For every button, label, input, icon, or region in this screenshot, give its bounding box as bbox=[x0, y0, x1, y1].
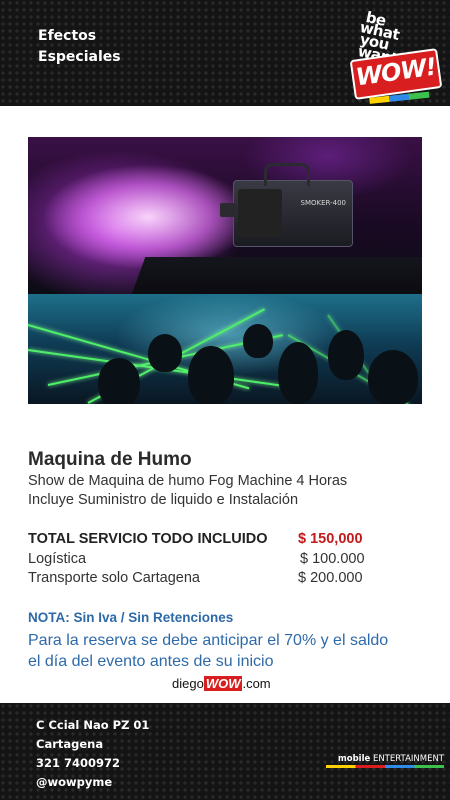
address: C Ccial Nao PZ 01 bbox=[36, 718, 150, 732]
total-price: $ 150,000 bbox=[298, 531, 363, 547]
crowd-silhouette bbox=[278, 342, 318, 404]
wow-color-stripe bbox=[369, 91, 430, 104]
tax-note: NOTA: Sin Iva / Sin Retenciones bbox=[28, 610, 234, 625]
partner-logo-rest: ENTERTAINMENT bbox=[372, 754, 444, 764]
transport-price: $ 200.000 bbox=[298, 570, 363, 586]
machine-grille bbox=[238, 189, 282, 237]
website-prefix: diego bbox=[172, 676, 204, 691]
crowd-silhouette bbox=[148, 334, 182, 372]
machine-label: SMOKER-400 bbox=[300, 199, 346, 207]
reserve-note-line-2: el día del evento antes de su inicio bbox=[28, 653, 274, 670]
title-line-2: Especiales bbox=[38, 49, 121, 65]
contact-info: C Ccial Nao PZ 01 Cartagena 321 7400972 … bbox=[36, 716, 149, 792]
city: Cartagena bbox=[36, 737, 104, 751]
website-wow: WOW bbox=[203, 676, 243, 691]
wow-logo-text: WOW! bbox=[354, 52, 438, 92]
crowd-silhouette bbox=[98, 358, 140, 404]
partner-color-stripe bbox=[326, 765, 444, 768]
transport-label: Transporte solo Cartagena bbox=[28, 570, 200, 586]
partner-logo: mobile ENTERTAINMENT bbox=[338, 754, 444, 764]
service-description-line-1: Show de Maquina de humo Fog Machine 4 Ho… bbox=[28, 473, 348, 489]
crowd-silhouette bbox=[328, 330, 364, 380]
crowd-silhouette bbox=[188, 346, 234, 404]
brand-logo: be what you want WOW! bbox=[342, 6, 443, 104]
crowd-silhouette bbox=[243, 324, 273, 358]
crowd-silhouette bbox=[368, 350, 418, 404]
fog-machine: SMOKER-400 bbox=[220, 163, 353, 247]
website-suffix: .com bbox=[242, 676, 271, 691]
laser-party-image bbox=[28, 294, 422, 404]
logistics-label: Logística bbox=[28, 551, 87, 567]
reserve-note-line-1: Para la reserva se debe anticipar el 70%… bbox=[28, 632, 389, 649]
footer-bar: C Ccial Nao PZ 01 Cartagena 321 7400972 … bbox=[0, 703, 450, 800]
phone-number[interactable]: 321 7400972 bbox=[36, 754, 149, 773]
social-handle[interactable]: @wowpyme bbox=[36, 773, 149, 792]
machine-nozzle bbox=[220, 203, 236, 217]
service-description-line-2: Incluye Suministro de liquido e Instalac… bbox=[28, 492, 299, 508]
logistics-price: $ 100.000 bbox=[300, 551, 365, 567]
fog-machine-image: SMOKER-400 bbox=[28, 137, 422, 294]
header-bar: Efectos Especiales be what you want WOW! bbox=[0, 0, 450, 106]
stage-floor bbox=[130, 257, 422, 294]
title-line-1: Efectos bbox=[38, 28, 97, 44]
website-link[interactable]: diego WOW .com bbox=[172, 676, 271, 691]
page-title: Efectos Especiales bbox=[38, 26, 121, 68]
total-label: TOTAL SERVICIO TODO INCLUIDO bbox=[28, 531, 268, 547]
machine-handle bbox=[264, 163, 310, 186]
service-title: Maquina de Humo bbox=[28, 449, 192, 470]
partner-logo-bold: mobile bbox=[337, 754, 371, 764]
